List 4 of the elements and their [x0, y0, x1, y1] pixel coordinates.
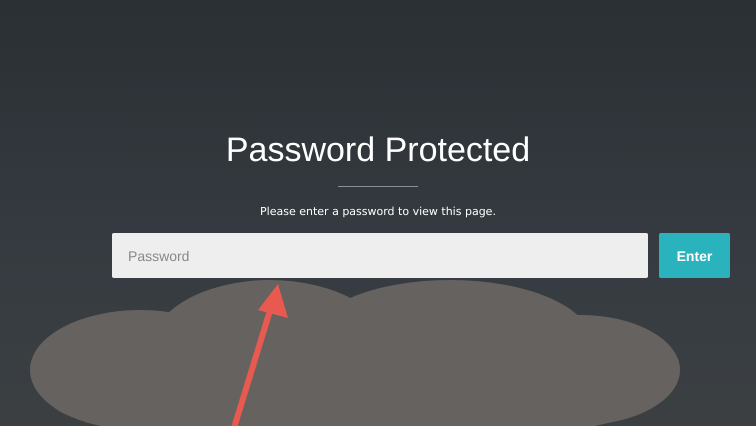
instruction-text: Please enter a password to view this page. — [260, 205, 496, 219]
page-title: Password Protected — [226, 130, 530, 171]
enter-button[interactable]: Enter — [659, 233, 730, 278]
password-field[interactable]: Password — [112, 233, 648, 278]
